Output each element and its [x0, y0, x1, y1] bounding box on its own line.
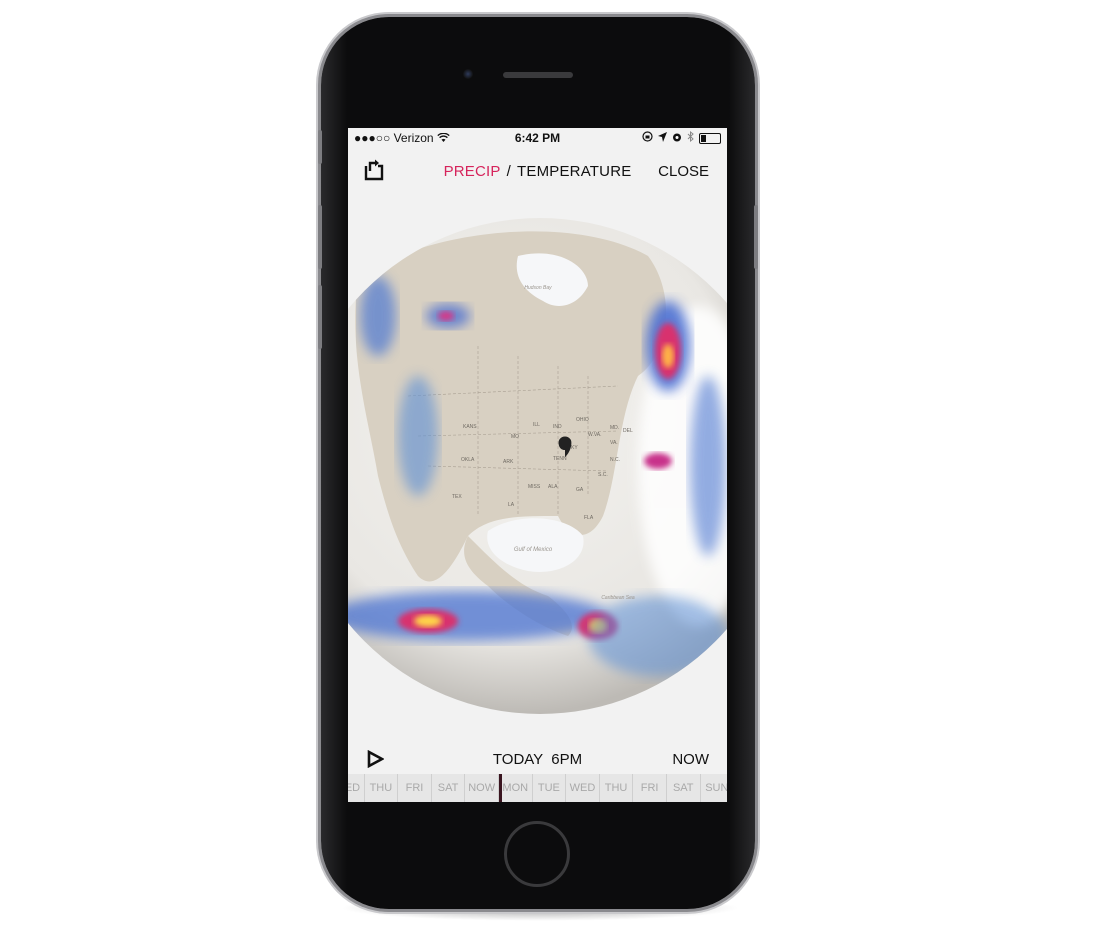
front-camera — [463, 69, 473, 79]
now-button[interactable]: NOW — [672, 751, 709, 768]
battery-level — [701, 134, 707, 142]
state-label: MO — [511, 434, 519, 440]
state-label: GA — [576, 487, 584, 493]
timeline-day[interactable]: MON — [499, 774, 533, 802]
tab-separator: / — [506, 163, 511, 180]
state-label: DEL — [623, 428, 633, 434]
state-label: N.C. — [610, 457, 620, 463]
alarm-icon — [672, 131, 682, 145]
state-label: MD. — [610, 425, 619, 431]
globe-map[interactable]: Hudson Bay Gulf of Mexico Caribbean Sea … — [348, 216, 727, 716]
state-label: W.VA. — [588, 432, 602, 438]
state-label: KANS — [463, 424, 477, 430]
volume-up-button — [318, 205, 322, 269]
state-label: IND — [553, 424, 562, 430]
state-label: LA — [508, 502, 515, 508]
power-button — [754, 205, 758, 269]
state-label: MISS — [528, 484, 541, 490]
state-label: TEX — [452, 494, 462, 500]
mute-switch — [318, 130, 322, 164]
timeline-day[interactable]: THU — [600, 774, 634, 802]
state-label: OKLA — [461, 457, 475, 463]
timeline-days: WEDTHUFRISATNOWMONTUEWEDTHUFRISATSUN — [348, 774, 727, 802]
top-navigation: PRECIP / TEMPERATURE CLOSE — [348, 158, 727, 186]
status-bar: ●●●○○ Verizon 6:42 PM — [348, 128, 727, 148]
map-label-hudson-bay: Hudson Bay — [524, 285, 552, 291]
volume-down-button — [318, 285, 322, 349]
close-button[interactable]: CLOSE — [658, 163, 709, 180]
state-label: VA. — [610, 440, 618, 446]
state-label: ARK — [503, 459, 514, 465]
tab-precip[interactable]: PRECIP — [444, 163, 501, 180]
playback-bar: TODAY 6PM NOW — [348, 746, 727, 774]
state-label: ILL — [533, 422, 540, 428]
app-screen: ●●●○○ Verizon 6:42 PM PRECIP / TEMPERATURE… — [348, 128, 727, 802]
location-icon — [658, 131, 667, 145]
state-label: FLA — [584, 515, 594, 521]
timeline-day[interactable]: WED — [348, 774, 365, 802]
battery-icon — [699, 132, 721, 144]
timeline-day[interactable]: SUN — [701, 774, 727, 802]
map-label-gulf: Gulf of Mexico — [514, 547, 553, 553]
timeline-day[interactable]: WED — [566, 774, 600, 802]
status-icons — [642, 130, 721, 145]
timeline-playhead[interactable] — [499, 774, 502, 802]
bluetooth-icon — [687, 130, 694, 145]
current-time-label: TODAY 6PM — [492, 751, 583, 768]
timeline-day[interactable]: FRI — [633, 774, 667, 802]
timeline-day[interactable]: THU — [365, 774, 399, 802]
orientation-lock-icon — [642, 131, 653, 145]
timeline-day[interactable]: SAT — [432, 774, 466, 802]
tab-temperature[interactable]: TEMPERATURE — [517, 163, 631, 180]
state-label: TENN — [553, 456, 567, 462]
timeline-day[interactable]: FRI — [398, 774, 432, 802]
timeline-day[interactable]: NOW — [465, 774, 499, 802]
state-label: KY — [571, 445, 578, 451]
state-label: S.C. — [598, 472, 608, 478]
earpiece-speaker — [503, 72, 573, 78]
state-label: OHIO — [576, 417, 589, 423]
home-button[interactable] — [504, 821, 570, 887]
map-label-caribbean: Caribbean Sea — [601, 595, 635, 601]
timeline-day[interactable]: TUE — [533, 774, 567, 802]
timeline-scrubber[interactable]: WEDTHUFRISATNOWMONTUEWEDTHUFRISATSUN — [348, 774, 727, 802]
timeline-day[interactable]: SAT — [667, 774, 701, 802]
state-label: ALA — [548, 484, 558, 490]
